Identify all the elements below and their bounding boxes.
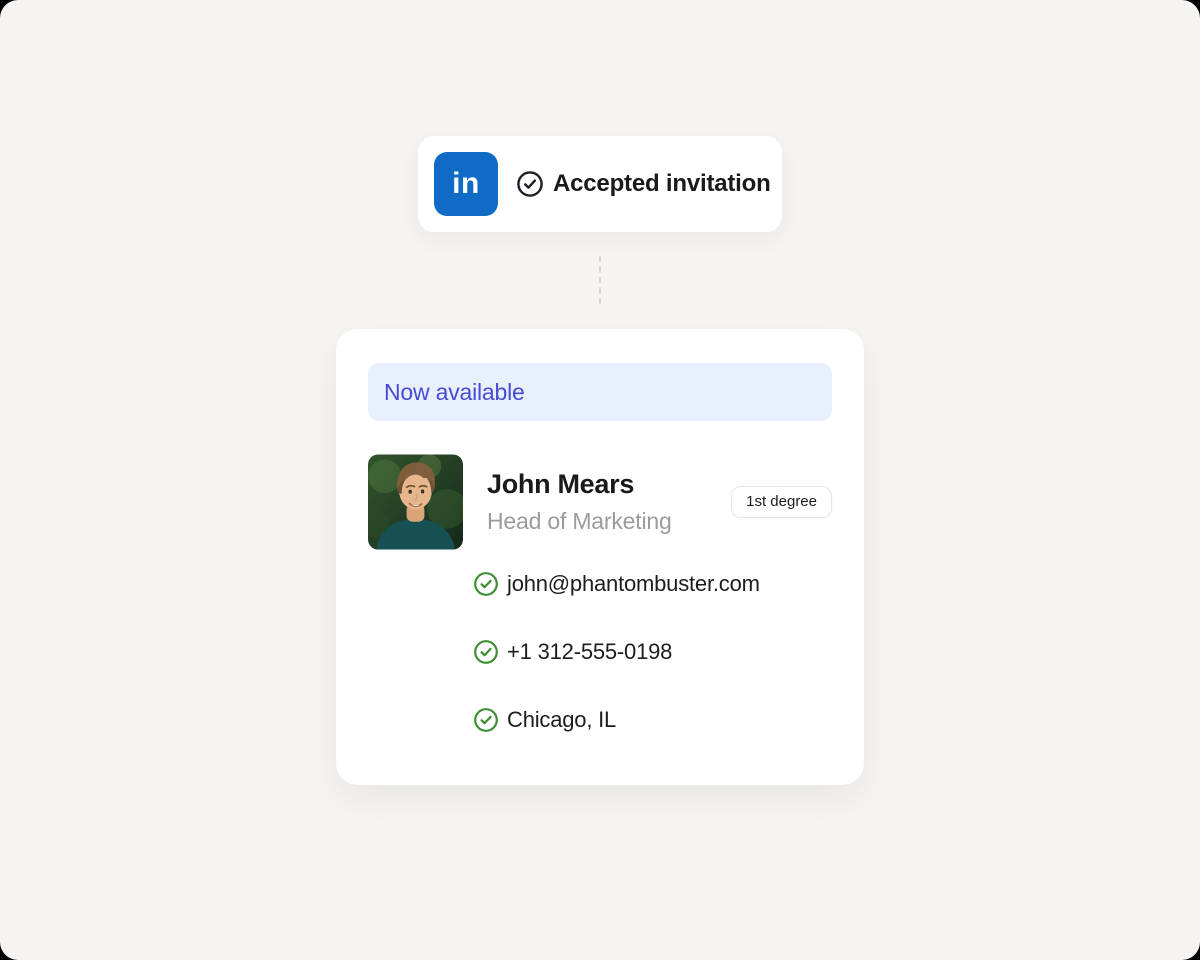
person-job-title: Head of Marketing: [487, 508, 672, 535]
profile-card: Now available: [336, 329, 864, 785]
verified-check-icon: [473, 571, 499, 597]
contact-phone-value: +1 312-555-0198: [507, 639, 672, 665]
contact-location-value: Chicago, IL: [507, 707, 616, 733]
linkedin-icon: in: [434, 152, 498, 216]
accepted-invitation-card: in Accepted invitation: [418, 136, 782, 232]
contact-row-phone: +1 312-555-0198: [473, 639, 832, 665]
person-name: John Mears: [487, 469, 672, 500]
check-circle-icon: [516, 170, 544, 198]
now-available-banner: Now available: [368, 363, 832, 421]
avatar: [368, 454, 463, 550]
verified-check-icon: [473, 639, 499, 665]
contact-email-value: john@phantombuster.com: [507, 571, 760, 597]
canvas: in Accepted invitation Now available: [0, 0, 1200, 960]
contact-row-location: Chicago, IL: [473, 707, 832, 733]
status-group: Accepted invitation: [516, 170, 771, 198]
degree-badge: 1st degree: [731, 486, 832, 518]
flow-connector-line: [599, 256, 601, 304]
status-label: Accepted invitation: [553, 170, 771, 198]
verified-check-icon: [473, 707, 499, 733]
profile-row: John Mears Head of Marketing 1st degree: [368, 454, 832, 550]
contact-row-email: john@phantombuster.com: [473, 571, 832, 597]
contact-details-list: john@phantombuster.com +1 312-555-0198 C…: [473, 571, 832, 775]
banner-label: Now available: [384, 379, 525, 406]
person-block: John Mears Head of Marketing: [487, 469, 672, 535]
